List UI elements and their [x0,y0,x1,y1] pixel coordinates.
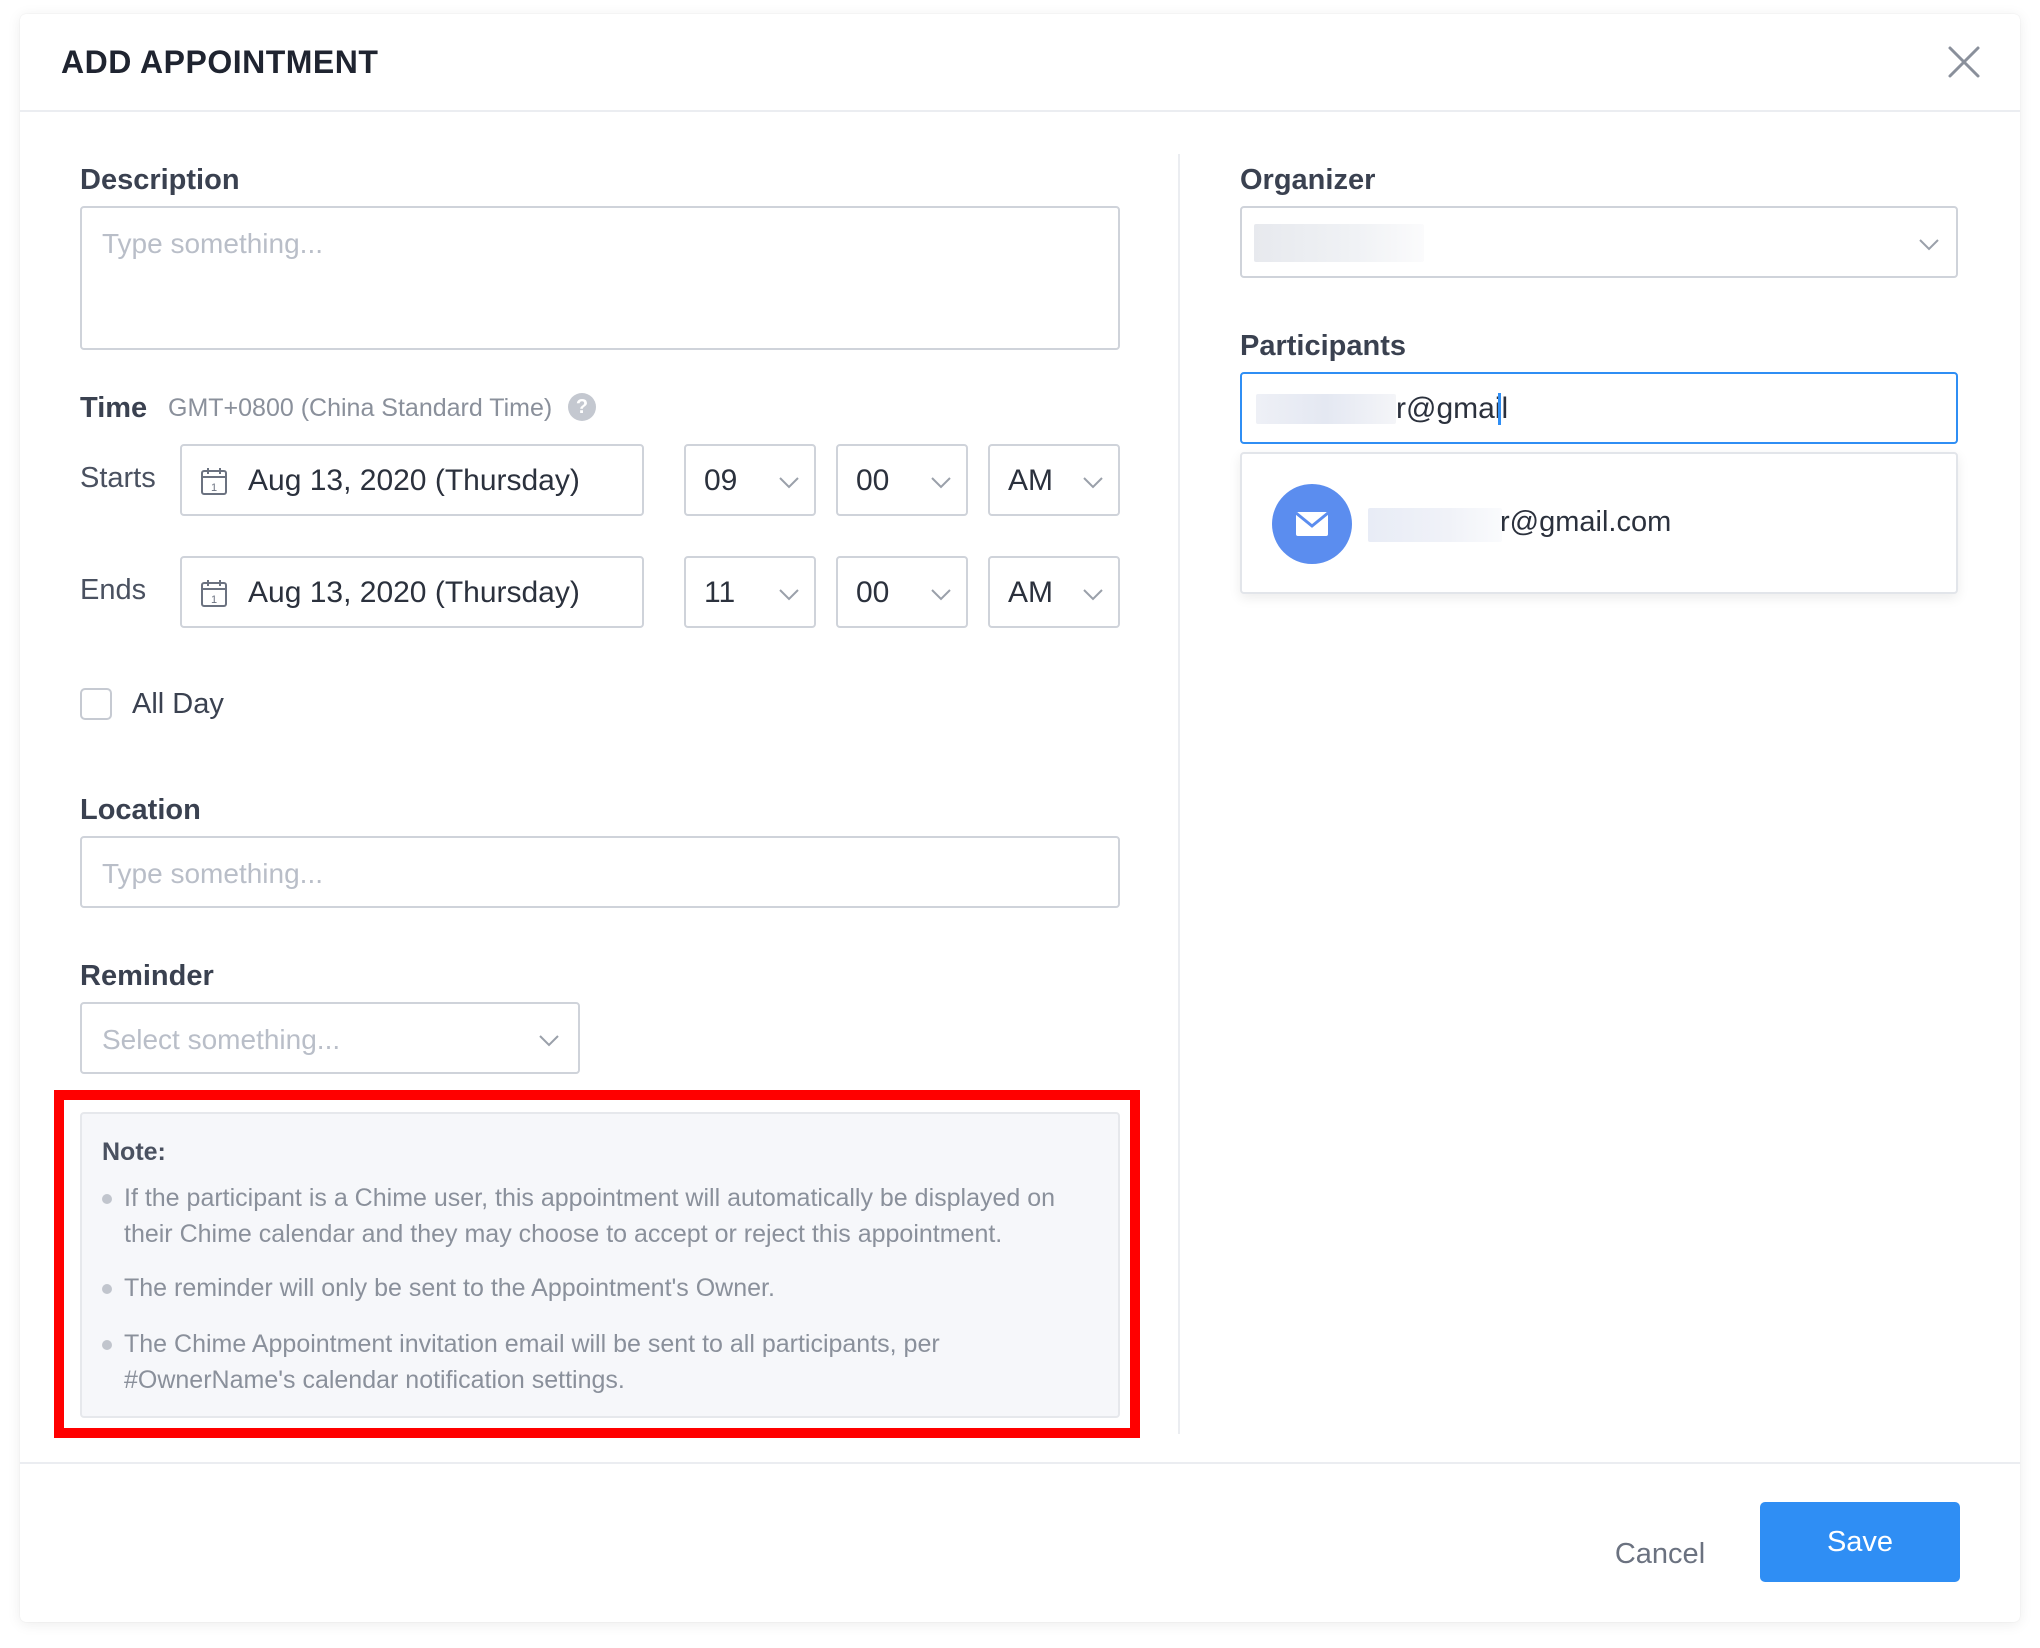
end-hour-select[interactable]: 11 [684,556,816,628]
reminder-select[interactable]: Select something... [80,1002,580,1074]
reminder-label: Reminder [80,960,214,992]
end-date-value: Aug 13, 2020 (Thursday) [248,576,580,609]
chevron-down-icon [1083,589,1103,601]
all-day-label: All Day [132,688,224,720]
start-meridiem-select[interactable]: AM [988,444,1120,516]
red-highlight-annotation [54,1090,1140,1438]
start-hour-select[interactable]: 09 [684,444,816,516]
location-input[interactable]: Type something... [80,836,1120,908]
help-icon[interactable]: ? [568,393,596,421]
text-cursor [1498,393,1501,425]
chevron-down-icon [1083,477,1103,489]
description-textarea[interactable]: Type something... [80,206,1120,350]
participants-label: Participants [1240,330,1406,362]
close-icon[interactable] [1942,40,1986,84]
end-minute-select[interactable]: 00 [836,556,968,628]
start-date-value: Aug 13, 2020 (Thursday) [248,464,580,497]
start-minute-select[interactable]: 00 [836,444,968,516]
chevron-down-icon [931,589,951,601]
start-date-picker[interactable]: 1 Aug 13, 2020 (Thursday) [180,444,644,516]
start-minute-value: 00 [856,464,890,497]
all-day-checkbox[interactable] [80,688,112,720]
end-meridiem-select[interactable]: AM [988,556,1120,628]
end-meridiem-value: AM [1008,576,1053,609]
calendar-icon: 1 [201,580,227,607]
suggestion-redacted [1368,508,1502,542]
suggestion-email[interactable]: r@gmail.com [1500,506,1671,539]
modal-header: ADD APPOINTMENT [20,14,2020,112]
participant-suggestion-dropdown: r@gmail.com [1240,452,1958,594]
column-divider [1178,154,1180,1434]
svg-text:1: 1 [211,482,217,494]
organizer-value-redacted [1254,224,1424,262]
participants-input[interactable]: r@gmail [1240,372,1958,444]
starts-label: Starts [80,462,156,494]
location-placeholder: Type something... [102,858,324,889]
chevron-down-icon [931,477,951,489]
mail-icon[interactable] [1272,484,1352,564]
modal-title: ADD APPOINTMENT [61,44,379,80]
participant-input-value: r@gmail [1396,392,1509,425]
start-hour-value: 09 [704,464,738,497]
end-hour-value: 11 [704,576,736,609]
end-date-picker[interactable]: 1 Aug 13, 2020 (Thursday) [180,556,644,628]
reminder-placeholder: Select something... [102,1024,341,1055]
save-button[interactable]: Save [1760,1502,1960,1582]
cancel-button[interactable]: Cancel [1570,1514,1750,1594]
chevron-down-icon [539,1035,559,1047]
time-label: Time [80,392,148,424]
footer-divider [20,1462,2020,1464]
timezone-text: GMT+0800 (China Standard Time) [168,394,553,422]
calendar-icon: 1 [201,468,227,495]
svg-text:1: 1 [211,594,217,606]
start-meridiem-value: AM [1008,464,1053,497]
description-label: Description [80,164,240,196]
organizer-select[interactable] [1240,206,1958,278]
chevron-down-icon [1919,239,1939,251]
participant-input-redacted [1256,394,1396,424]
end-minute-value: 00 [856,576,890,609]
description-placeholder: Type something... [102,228,324,259]
ends-label: Ends [80,574,147,606]
chevron-down-icon [779,589,799,601]
location-label: Location [80,794,201,826]
chevron-down-icon [779,477,799,489]
organizer-label: Organizer [1240,164,1376,196]
